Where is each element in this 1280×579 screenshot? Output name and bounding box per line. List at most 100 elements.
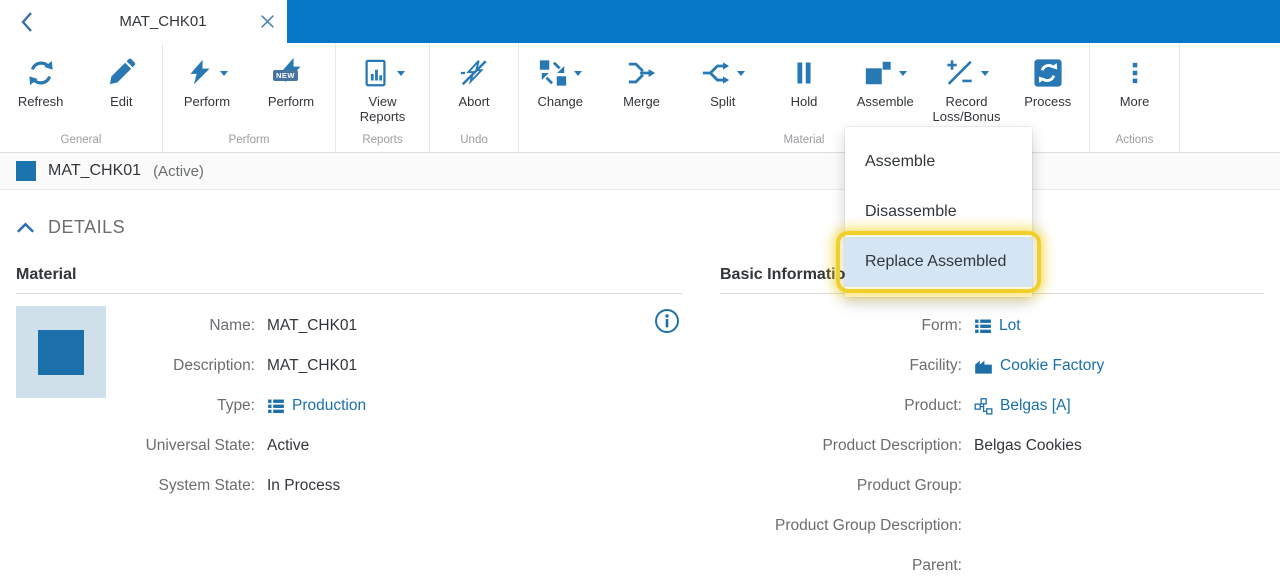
object-state: (Active) [153, 162, 204, 180]
more-button[interactable]: More [1095, 52, 1175, 109]
form-link[interactable]: Lot [999, 317, 1021, 335]
field-label: Type: [217, 397, 255, 414]
facility-link[interactable]: Cookie Factory [1000, 357, 1104, 375]
field-label: Product Group Description: [775, 517, 962, 534]
field-row-universal-state: Universal State: Active [16, 426, 682, 466]
basic-information-panel: Basic Information Form: Lot Facility: Co… [720, 266, 1264, 579]
new-badge: NEW [273, 69, 298, 81]
material-panel: Material Name: MAT_CHK01 Description: MA… [16, 266, 682, 579]
field-value: MAT_CHK01 [267, 357, 358, 374]
field-row-product-group-description: Product Group Description: [720, 506, 1264, 546]
details-title: DETAILS [48, 217, 126, 237]
group-label-undo: Undo [460, 134, 488, 146]
toolbar-group-undo: Abort Undo [430, 43, 519, 152]
details-section-header: DETAILS [16, 217, 1264, 238]
object-header: MAT_CHK01 (Active) [0, 153, 1280, 190]
view-reports-button[interactable]: View Reports [343, 52, 423, 125]
group-label-reports: Reports [362, 134, 403, 146]
hold-label: Hold [790, 94, 818, 109]
toolbar-group-general: Refresh Edit General [0, 43, 163, 152]
view-reports-icon [365, 59, 386, 87]
assemble-dropdown-menu: Assemble Disassemble Replace Assembled [836, 127, 1041, 297]
chevron-up-icon [17, 221, 34, 233]
perform-new-button[interactable]: NEW Perform [251, 52, 331, 109]
record-loss-bonus-icon [946, 60, 972, 85]
field-row-type: Type: Production [16, 386, 682, 426]
object-title: MAT_CHK01 [48, 162, 142, 179]
record-loss-bonus-label: Record Loss/Bonus [932, 94, 1001, 125]
field-value: MAT_CHK01 [267, 317, 358, 334]
field-label: Parent: [912, 557, 962, 574]
top-bar [287, 0, 1280, 43]
field-row-product-group: Product Group: [720, 466, 1264, 506]
toolbar: Refresh Edit General Perform NEW Perform [0, 43, 1280, 153]
material-color-swatch [16, 161, 36, 181]
edit-label: Edit [110, 94, 133, 109]
field-label: Universal State: [145, 437, 255, 454]
process-button[interactable]: Process [1008, 52, 1088, 109]
group-label-general: General [60, 134, 102, 146]
field-row-description: Description: MAT_CHK01 [16, 346, 682, 386]
hold-button[interactable]: Hold [764, 52, 844, 109]
change-icon [540, 60, 567, 86]
perform-icon [190, 59, 210, 85]
chevron-down-icon [220, 70, 228, 80]
group-label-perform: Perform [228, 134, 270, 146]
toolbar-group-perform: Perform NEW Perform Perform [163, 43, 336, 152]
refresh-button[interactable]: Refresh [1, 52, 81, 109]
field-label: Form: [921, 317, 962, 334]
field-row-facility: Facility: Cookie Factory [720, 346, 1264, 386]
abort-icon [460, 60, 487, 86]
refresh-icon [29, 61, 53, 85]
tab-title: MAT_CHK01 [119, 13, 207, 30]
perform-button[interactable]: Perform [167, 52, 247, 109]
manage-materials-page: MAT_CHK01 Refresh Edit General Perform N… [0, 0, 1280, 579]
field-row-system-state: System State: In Process [16, 466, 682, 506]
chevron-down-icon [574, 70, 583, 80]
abort-button[interactable]: Abort [434, 52, 514, 109]
process-label: Process [1024, 94, 1072, 109]
view-reports-label: View Reports [359, 94, 406, 125]
menu-item-disassemble[interactable]: Disassemble [845, 187, 1032, 237]
abort-label: Abort [458, 94, 490, 109]
type-link[interactable]: Production [292, 397, 366, 415]
split-button[interactable]: Split [683, 52, 763, 109]
chevron-down-icon [736, 70, 745, 80]
tab-mat-chk01[interactable]: MAT_CHK01 [54, 0, 287, 43]
menu-item-assemble[interactable]: Assemble [845, 137, 1032, 187]
record-loss-bonus-button[interactable]: Record Loss/Bonus [927, 52, 1007, 125]
toolbar-group-reports: View Reports Reports [336, 43, 430, 152]
menu-item-replace-assembled[interactable]: Replace Assembled [845, 237, 1032, 287]
details-content: DETAILS Material Name: MAT_CHK01 Descrip… [0, 217, 1280, 579]
info-icon[interactable] [654, 308, 680, 339]
material-image[interactable] [16, 306, 106, 398]
product-link[interactable]: Belgas [A] [1000, 397, 1071, 415]
merge-button[interactable]: Merge [602, 52, 682, 109]
chevron-down-icon [980, 70, 989, 80]
edit-icon [110, 58, 136, 85]
change-button[interactable]: Change [520, 52, 600, 109]
field-label: Product Description: [822, 437, 962, 454]
field-row-product: Product: Belgas [A] [720, 386, 1264, 426]
field-value: Belgas Cookies [974, 437, 1082, 454]
list-icon [975, 319, 991, 334]
back-button[interactable] [0, 0, 54, 43]
chevron-down-icon [396, 70, 405, 80]
chevron-left-icon [21, 11, 32, 32]
hold-icon [797, 62, 811, 84]
merge-label: Merge [623, 94, 660, 109]
assemble-icon [866, 61, 891, 85]
field-label: System State: [158, 477, 255, 494]
material-image-placeholder [38, 329, 84, 375]
split-label: Split [710, 94, 736, 109]
field-row-form: Form: Lot [720, 306, 1264, 346]
collapse-details-button[interactable] [16, 221, 35, 234]
more-label: More [1119, 94, 1150, 109]
edit-button[interactable]: Edit [81, 52, 161, 109]
close-icon[interactable] [260, 14, 275, 29]
process-icon [1034, 59, 1062, 87]
material-header: Material [16, 266, 682, 294]
product-icon [974, 397, 993, 415]
assemble-button[interactable]: Assemble [845, 52, 925, 109]
perform-new-label: Perform [267, 94, 315, 109]
